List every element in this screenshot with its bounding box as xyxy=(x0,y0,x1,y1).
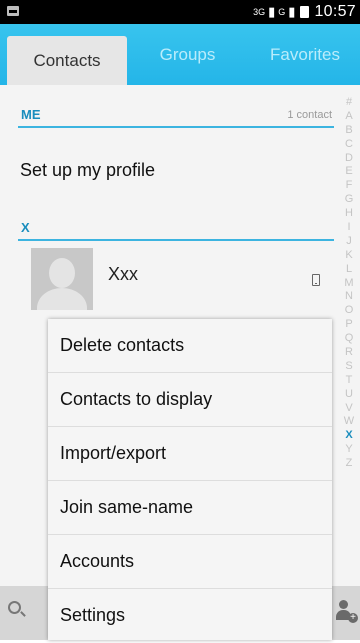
clock: 10:57 xyxy=(314,3,356,20)
menu-item-join-same-name[interactable]: Join same-name xyxy=(48,481,332,535)
contact-count: 1 contact xyxy=(287,109,332,121)
add-contact-icon[interactable]: + xyxy=(336,600,358,624)
alpha-index-letter[interactable]: E xyxy=(338,165,360,179)
alpha-index-letter[interactable]: X xyxy=(338,429,360,443)
avatar xyxy=(31,248,93,310)
alphabet-index[interactable]: # A B C D E F G H I J K L M N O P Q R S T U V W X Y Z xyxy=(338,96,360,471)
section-divider xyxy=(18,126,334,128)
overflow-menu: Delete contacts Contacts to display Impo… xyxy=(48,319,332,640)
signal-bars-icon: ▮ xyxy=(268,4,276,19)
alpha-index-letter[interactable]: N xyxy=(338,290,360,304)
alpha-index-letter[interactable]: Z xyxy=(338,457,360,471)
section-title: ME xyxy=(21,107,41,122)
notification-icon xyxy=(7,6,19,16)
battery-icon xyxy=(300,6,310,18)
alpha-index-letter[interactable]: A xyxy=(338,110,360,124)
alpha-index-letter[interactable]: F xyxy=(338,179,360,193)
section-header-me: ME 1 contact xyxy=(0,98,336,128)
menu-item-import-export[interactable]: Import/export xyxy=(48,427,332,481)
alpha-index-letter[interactable]: M xyxy=(338,277,360,291)
menu-item-accounts[interactable]: Accounts xyxy=(48,535,332,589)
alpha-index-letter[interactable]: # xyxy=(338,96,360,110)
search-icon[interactable] xyxy=(8,601,21,614)
phone-icon xyxy=(312,274,320,286)
menu-item-contacts-to-display[interactable]: Contacts to display xyxy=(48,373,332,427)
section-title: X xyxy=(21,220,30,235)
signal-2: G xyxy=(278,7,286,17)
alpha-index-letter[interactable]: B xyxy=(338,124,360,138)
tab-favorites[interactable]: Favorites xyxy=(250,24,360,85)
setup-profile-label: Set up my profile xyxy=(20,160,156,180)
alpha-index-letter[interactable]: Y xyxy=(338,443,360,457)
signal-bars-icon: ▮ xyxy=(288,4,296,19)
contact-item[interactable]: Xxx xyxy=(0,244,336,310)
alpha-index-letter[interactable]: Q xyxy=(338,332,360,346)
alpha-index-letter[interactable]: U xyxy=(338,388,360,402)
menu-item-label: Import/export xyxy=(60,443,167,463)
alpha-index-letter[interactable]: T xyxy=(338,374,360,388)
alpha-index-letter[interactable]: K xyxy=(338,249,360,263)
signal-1: 3G xyxy=(253,7,266,17)
menu-item-label: Contacts to display xyxy=(60,389,213,409)
menu-item-label: Delete contacts xyxy=(60,335,185,355)
alpha-index-letter[interactable]: W xyxy=(338,415,360,429)
menu-item-settings[interactable]: Settings xyxy=(48,589,332,643)
contact-name: Xxx xyxy=(108,264,139,284)
section-header-x: X xyxy=(0,211,336,241)
menu-item-label: Settings xyxy=(60,605,126,625)
alpha-index-letter[interactable]: O xyxy=(338,304,360,318)
alpha-index-letter[interactable]: V xyxy=(338,402,360,416)
setup-profile-item[interactable]: Set up my profile xyxy=(0,136,336,202)
tab-groups[interactable]: Groups xyxy=(130,24,245,85)
alpha-index-letter[interactable]: J xyxy=(338,235,360,249)
menu-item-label: Accounts xyxy=(60,551,135,571)
alpha-index-letter[interactable]: C xyxy=(338,138,360,152)
menu-item-delete-contacts[interactable]: Delete contacts xyxy=(48,319,332,373)
status-bar: 3G ▮ G ▮ 10:57 xyxy=(0,0,360,24)
section-divider xyxy=(18,239,334,241)
alpha-index-letter[interactable]: H xyxy=(338,207,360,221)
alpha-index-letter[interactable]: P xyxy=(338,318,360,332)
status-indicators: 3G ▮ G ▮ 10:57 xyxy=(253,0,356,24)
tab-bar: Contacts Groups Favorites xyxy=(0,24,360,85)
menu-item-label: Join same-name xyxy=(60,497,194,517)
alpha-index-letter[interactable]: G xyxy=(338,193,360,207)
alpha-index-letter[interactable]: I xyxy=(338,221,360,235)
alpha-index-letter[interactable]: L xyxy=(338,263,360,277)
alpha-index-letter[interactable]: D xyxy=(338,152,360,166)
alpha-index-letter[interactable]: R xyxy=(338,346,360,360)
alpha-index-letter[interactable]: S xyxy=(338,360,360,374)
tab-contacts[interactable]: Contacts xyxy=(7,36,127,85)
